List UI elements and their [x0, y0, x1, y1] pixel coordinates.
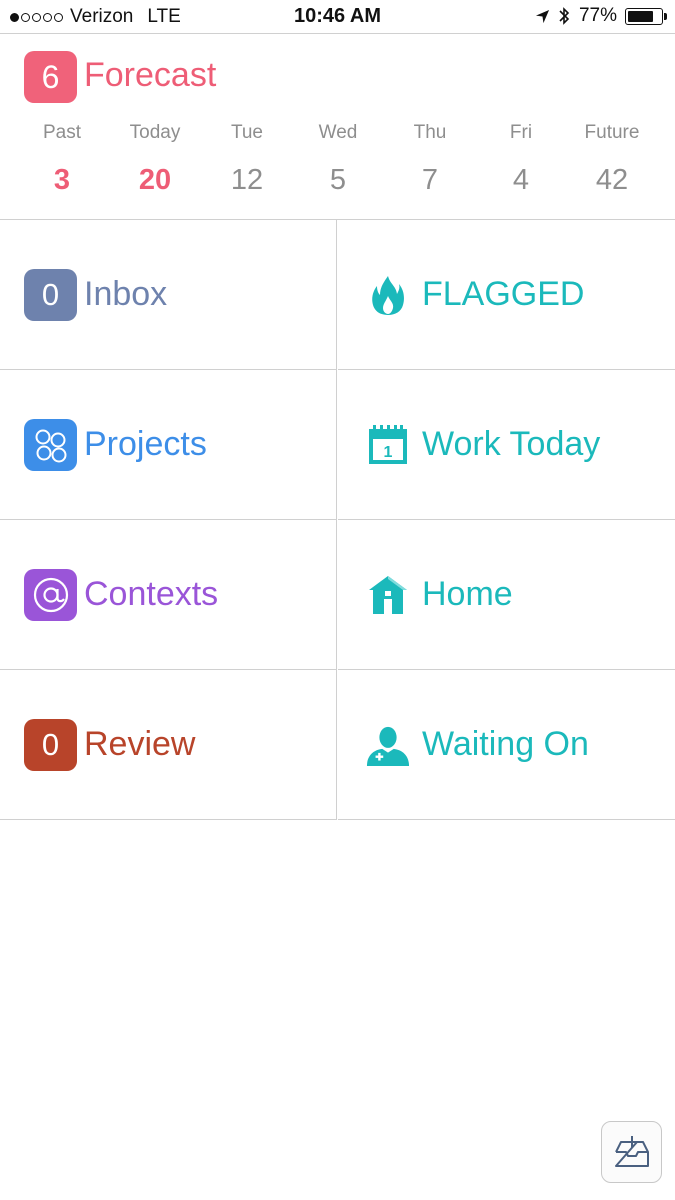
perspective-inbox[interactable]: 0 Inbox [0, 220, 337, 370]
forecast-day-label: Tue [230, 122, 264, 143]
forecast-title[interactable]: Forecast [84, 56, 216, 95]
status-bar: Verizon LTE 10:46 AM 77% [0, 0, 675, 34]
perspective-contexts[interactable]: Contexts [0, 520, 337, 670]
person-icon [366, 723, 410, 767]
forecast-count-badge: 6 [24, 51, 77, 103]
forecast-day-tue[interactable]: 12 [202, 164, 292, 197]
calendar-day-number: 1 [384, 444, 393, 461]
calendar-icon: 1 [366, 423, 410, 467]
forecast-day-wed[interactable]: 5 [293, 164, 383, 197]
forecast-day-thu[interactable]: 7 [385, 164, 475, 197]
forecast-day-label: Past [42, 122, 82, 143]
review-label: Review [84, 725, 196, 763]
forecast-day-today[interactable]: 20 [110, 164, 200, 197]
forecast-day-label: Today [129, 122, 181, 143]
forecast-day-past[interactable]: 3 [17, 164, 107, 197]
inbox-count-badge: 0 [24, 268, 77, 321]
projects-circles-icon [24, 418, 77, 471]
status-right: 77% [535, 5, 667, 27]
forecast-day-label: Wed [318, 122, 358, 143]
inbox-label: Inbox [84, 275, 168, 313]
bluetooth-icon [559, 7, 570, 25]
forecast-day-label: Fri [509, 122, 533, 143]
perspective-home[interactable]: Home [338, 520, 675, 670]
forecast-day-future[interactable]: 42 [567, 164, 657, 197]
battery-level [628, 10, 653, 22]
contexts-label: Contexts [84, 575, 219, 613]
quick-entry-button[interactable] [601, 1121, 662, 1183]
perspectives-grid: 0 Inbox FLAGGED Projects 1 Work Today Co… [0, 220, 675, 820]
work-today-label: Work Today [422, 425, 601, 463]
forecast-day-fri[interactable]: 4 [476, 164, 566, 197]
perspective-work-today[interactable]: 1 Work Today [338, 370, 675, 520]
forecast-day-label: Thu [413, 122, 447, 143]
at-sign-icon [24, 568, 77, 621]
projects-label: Projects [84, 425, 207, 463]
location-arrow-icon [535, 9, 550, 23]
perspective-waiting-on[interactable]: Waiting On [338, 670, 675, 820]
forecast-section[interactable]: 6 Forecast Past Today Tue Wed Thu Fri Fu… [0, 34, 675, 220]
perspective-flagged[interactable]: FLAGGED [338, 220, 675, 370]
battery-icon [625, 7, 667, 25]
inbox-add-icon [614, 1136, 649, 1167]
home-label: Home [422, 575, 513, 613]
battery-percent: 77% [578, 5, 617, 26]
flagged-label: FLAGGED [422, 275, 585, 313]
house-icon [366, 573, 410, 617]
review-count-badge: 0 [24, 718, 77, 771]
perspective-review[interactable]: 0 Review [0, 670, 337, 820]
forecast-day-label: Future [584, 122, 640, 143]
waiting-on-label: Waiting On [422, 725, 589, 763]
flame-icon [366, 273, 410, 317]
perspective-projects[interactable]: Projects [0, 370, 337, 520]
